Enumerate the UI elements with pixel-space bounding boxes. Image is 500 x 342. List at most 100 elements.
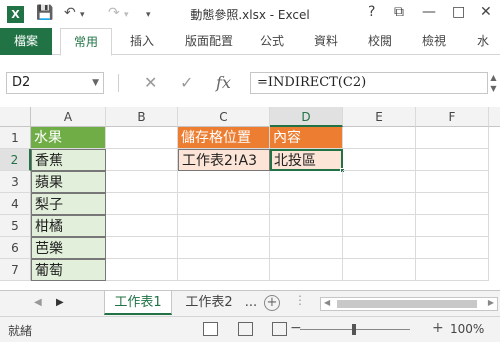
sheet-tab-1[interactable]: 工作表1 (104, 291, 172, 315)
tab-page-layout[interactable]: 版面配置 (176, 28, 242, 55)
page-break-view-icon[interactable] (272, 322, 287, 336)
cell-a6[interactable]: 芭樂 (31, 237, 106, 259)
cell-d7[interactable] (270, 259, 343, 281)
cell-d4[interactable] (270, 193, 343, 215)
row-header-1[interactable]: 1 (0, 127, 31, 149)
cell-f7[interactable] (416, 259, 489, 281)
cell-f2[interactable] (416, 149, 489, 171)
cell-b1[interactable] (106, 127, 178, 149)
cell-c5[interactable] (178, 215, 270, 237)
cell-c6[interactable] (178, 237, 270, 259)
cell-c4[interactable] (178, 193, 270, 215)
cell-b4[interactable] (106, 193, 178, 215)
column-header-f[interactable]: F (416, 107, 489, 127)
cancel-icon[interactable]: ✕ (144, 72, 157, 94)
help-icon[interactable]: ? (368, 4, 375, 20)
cell-d2[interactable]: 北投區 (270, 149, 343, 171)
scroll-right-icon[interactable]: ▶ (488, 298, 494, 307)
cell-a2[interactable]: 香蕉 (31, 149, 106, 171)
cell-b6[interactable] (106, 237, 178, 259)
name-box[interactable]: D2 ▼ (6, 72, 104, 94)
cell-c2[interactable]: 工作表2!A3 (178, 149, 270, 171)
cell-a7[interactable]: 葡萄 (31, 259, 106, 281)
tab-file[interactable]: 檔案 (0, 28, 52, 55)
close-icon[interactable]: ✕ (480, 4, 492, 20)
column-header-a[interactable]: A (31, 107, 106, 127)
status-bar: 就緒 − + 100% (0, 316, 500, 342)
horizontal-scroll-thumb[interactable] (337, 300, 477, 308)
tab-home[interactable]: 常用 (60, 28, 112, 56)
tab-insert[interactable]: 插入 (120, 28, 164, 55)
tab-more[interactable]: 水 (468, 28, 498, 55)
cell-e3[interactable] (343, 171, 416, 193)
cell-a3[interactable]: 蘋果 (31, 171, 106, 193)
cell-e1[interactable] (343, 127, 416, 149)
column-header-d[interactable]: D (270, 107, 343, 127)
sheet-tab-bar: ◀ ▶ 工作表1 工作表2 ... + ⋮ ◀ ▶ (0, 290, 500, 316)
tab-data[interactable]: 資料 (304, 28, 348, 55)
cell-a1[interactable]: 水果 (31, 127, 106, 149)
column-header-c[interactable]: C (178, 107, 270, 127)
cell-d5[interactable] (270, 215, 343, 237)
zoom-out-button[interactable]: − (290, 320, 302, 336)
horizontal-scrollbar[interactable]: ◀ ▶ (320, 297, 498, 311)
row-header-5[interactable]: 5 (0, 215, 31, 237)
tab-review[interactable]: 校閱 (358, 28, 402, 55)
formula-input[interactable]: =INDIRECT(C2) (250, 72, 488, 94)
cell-e4[interactable] (343, 193, 416, 215)
formula-expand-icon[interactable]: ▲ ▼ (489, 72, 498, 94)
column-header-b[interactable]: B (106, 107, 178, 127)
worksheet-grid[interactable]: A B C D E F 1 2 3 4 5 6 7 水果 儲存格位置 內容 香蕉… (0, 107, 500, 287)
tab-view[interactable]: 檢視 (412, 28, 456, 55)
cell-c3[interactable] (178, 171, 270, 193)
zoom-level[interactable]: 100% (450, 322, 484, 336)
cell-d3[interactable] (270, 171, 343, 193)
cell-f4[interactable] (416, 193, 489, 215)
tab-split-handle[interactable]: ⋮ (294, 293, 306, 307)
row-header-6[interactable]: 6 (0, 237, 31, 259)
ribbon-display-icon[interactable]: ⧉ (394, 4, 404, 20)
maximize-icon[interactable]: □ (452, 4, 465, 20)
row-header-2[interactable]: 2 (0, 149, 31, 171)
next-sheet-icon[interactable]: ▶ (56, 297, 64, 308)
cell-a5[interactable]: 柑橘 (31, 215, 106, 237)
column-header-e[interactable]: E (343, 107, 416, 127)
scroll-left-icon[interactable]: ◀ (324, 298, 330, 307)
zoom-slider-thumb[interactable] (352, 324, 356, 335)
add-sheet-button[interactable]: + (264, 295, 280, 311)
insert-function-icon[interactable]: fx (216, 72, 231, 94)
formula-bar: D2 ▼ ✕ ✓ fx =INDIRECT(C2) ▲ ▼ (0, 56, 500, 102)
row-header-4[interactable]: 4 (0, 193, 31, 215)
enter-icon[interactable]: ✓ (180, 72, 193, 94)
page-layout-view-icon[interactable] (238, 322, 253, 336)
more-sheets-button[interactable]: ... (242, 291, 260, 315)
cell-d6[interactable] (270, 237, 343, 259)
cell-f1[interactable] (416, 127, 489, 149)
cell-f6[interactable] (416, 237, 489, 259)
cell-b7[interactable] (106, 259, 178, 281)
previous-sheet-icon[interactable]: ◀ (34, 297, 42, 308)
cell-b5[interactable] (106, 215, 178, 237)
cell-f5[interactable] (416, 215, 489, 237)
cell-d1[interactable]: 內容 (270, 127, 343, 149)
cell-e5[interactable] (343, 215, 416, 237)
cell-e6[interactable] (343, 237, 416, 259)
cell-c7[interactable] (178, 259, 270, 281)
cell-b3[interactable] (106, 171, 178, 193)
minimize-icon[interactable]: — (422, 4, 436, 20)
cell-b2[interactable] (106, 149, 178, 171)
column-header-g[interactable] (489, 107, 500, 127)
sheet-tab-2[interactable]: 工作表2 (176, 291, 242, 315)
cell-e2[interactable] (343, 149, 416, 171)
select-all-corner[interactable] (0, 107, 31, 127)
cell-a4[interactable]: 梨子 (31, 193, 106, 215)
row-header-3[interactable]: 3 (0, 171, 31, 193)
row-header-7[interactable]: 7 (0, 259, 31, 281)
cell-e7[interactable] (343, 259, 416, 281)
cell-f3[interactable] (416, 171, 489, 193)
normal-view-icon[interactable] (203, 322, 218, 336)
tab-formulas[interactable]: 公式 (252, 28, 292, 55)
zoom-in-button[interactable]: + (432, 320, 444, 336)
name-box-dropdown-icon[interactable]: ▼ (92, 73, 99, 93)
cell-c1[interactable]: 儲存格位置 (178, 127, 270, 149)
